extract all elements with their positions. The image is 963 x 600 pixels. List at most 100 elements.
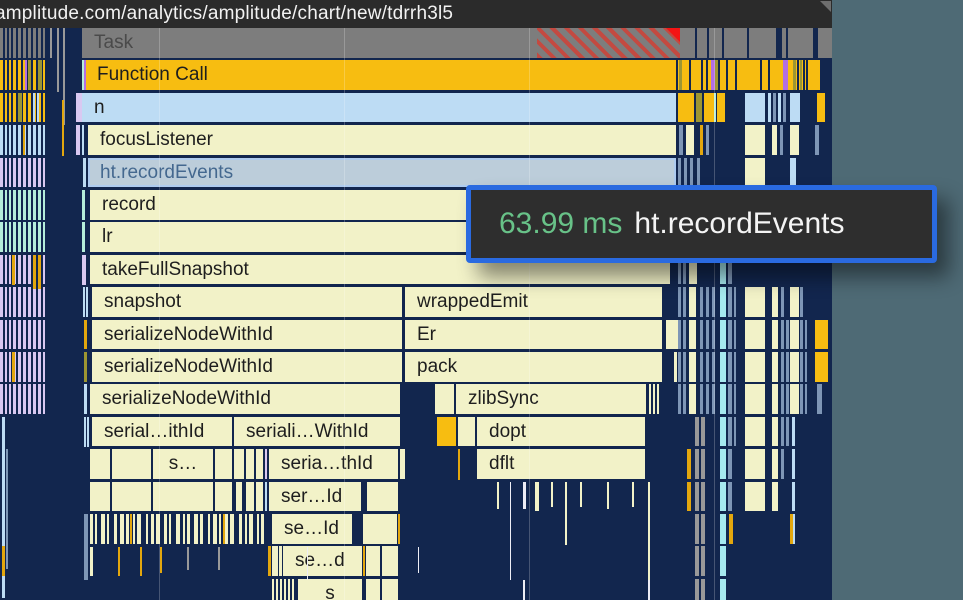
- flame-bar[interactable]: [817, 93, 825, 123]
- flame-bar[interactable]: [745, 125, 765, 155]
- flame-bar-se-d[interactable]: se…d: [283, 546, 362, 576]
- flame-bar[interactable]: [745, 93, 765, 123]
- flame-bar-focuslistener[interactable]: focusListener: [88, 125, 676, 155]
- flame-bar[interactable]: [215, 449, 232, 479]
- flame-bar[interactable]: [678, 158, 681, 188]
- flame-bar[interactable]: [363, 514, 397, 544]
- flame-bar[interactable]: [780, 125, 783, 155]
- flame-bar[interactable]: [790, 93, 800, 123]
- flame-bar[interactable]: [90, 449, 110, 479]
- flame-bar[interactable]: [674, 352, 677, 382]
- flame-bar-seriali-withid[interactable]: seriali…WithId: [234, 417, 400, 447]
- flame-bar[interactable]: [778, 93, 781, 123]
- flame-bar[interactable]: [366, 546, 380, 576]
- flame-bar-serializenodewithid[interactable]: serializeNodeWithId: [92, 320, 402, 350]
- flame-bar[interactable]: [815, 125, 819, 155]
- flame-bar[interactable]: [435, 384, 454, 414]
- flame-bar[interactable]: [265, 449, 267, 479]
- flame-bar[interactable]: [772, 125, 777, 155]
- dense-column: [772, 320, 778, 350]
- minimap-line: [41, 255, 43, 285]
- flame-bar[interactable]: [256, 449, 263, 479]
- flame-bar[interactable]: [686, 125, 694, 155]
- flame-bar-function-call[interactable]: Function Call: [85, 60, 676, 90]
- dense-column: [781, 449, 784, 479]
- flame-bar[interactable]: [678, 93, 694, 123]
- minimap-line: [26, 320, 28, 350]
- stripe: [535, 482, 539, 511]
- url-bar[interactable]: amplitude.com/analytics/amplitude/chart/…: [0, 0, 832, 28]
- flame-bar[interactable]: [256, 482, 263, 512]
- flame-bar[interactable]: [236, 482, 242, 512]
- flame-bar[interactable]: [215, 482, 232, 512]
- flame-bar-serializenodewithid[interactable]: serializeNodeWithId: [92, 352, 402, 382]
- dense-column: [792, 482, 795, 512]
- flame-bar-serial-ithid[interactable]: serial…ithId: [92, 417, 232, 447]
- flame-bar[interactable]: [783, 93, 786, 123]
- minimap-line: [26, 125, 28, 155]
- flame-bar[interactable]: [768, 93, 771, 123]
- flame-bar[interactable]: [697, 158, 700, 188]
- flame-bar-dflt[interactable]: dflt: [477, 449, 645, 479]
- flame-bar[interactable]: [773, 93, 776, 123]
- fc-olive-stripe: [715, 60, 718, 90]
- flame-bar[interactable]: [246, 482, 254, 512]
- flame-bar[interactable]: [112, 482, 151, 512]
- flame-bar[interactable]: [649, 384, 651, 414]
- flame-bar-dopt[interactable]: dopt: [477, 417, 645, 447]
- flame-bar-task[interactable]: Task: [82, 28, 832, 58]
- flame-bar[interactable]: [696, 93, 702, 123]
- task-line: [707, 28, 709, 58]
- stripe: [50, 28, 52, 58]
- flame-bar-zlibsync[interactable]: zlibSync: [456, 384, 646, 414]
- flame-bar-seria-thid[interactable]: seria…thId: [269, 449, 398, 479]
- flame-bar[interactable]: [690, 158, 693, 188]
- flame-bar[interactable]: [90, 482, 110, 512]
- flame-bar-er[interactable]: Er: [405, 320, 662, 350]
- flame-bar[interactable]: [400, 449, 405, 479]
- flame-bar[interactable]: [153, 482, 213, 512]
- flame-bar-s[interactable]: s: [298, 579, 362, 600]
- flame-bar[interactable]: [367, 482, 398, 512]
- minimap-line: [21, 287, 23, 317]
- flame-bar[interactable]: [112, 449, 151, 479]
- time-gridline: [344, 28, 345, 600]
- flame-bar[interactable]: [684, 158, 687, 188]
- stripe: [84, 417, 86, 447]
- flame-bar-wrappedemit[interactable]: wrappedEmit: [405, 287, 662, 317]
- flame-bar-ht-recordevents[interactable]: ht.recordEvents: [88, 158, 676, 188]
- flame-bar[interactable]: [458, 417, 475, 447]
- flame-bar[interactable]: [382, 579, 398, 600]
- flame-bar[interactable]: [234, 449, 244, 479]
- flame-bar[interactable]: [382, 546, 398, 576]
- dense-column: [728, 352, 732, 382]
- minimap-line: [36, 28, 38, 58]
- flame-bar[interactable]: [666, 320, 678, 350]
- flame-bar-serializenodewithid[interactable]: serializeNodeWithId: [90, 384, 400, 414]
- flame-bar[interactable]: [745, 158, 765, 188]
- flame-bar[interactable]: [706, 125, 709, 155]
- flame-bar-n[interactable]: n: [82, 93, 676, 123]
- flame-bar[interactable]: [265, 482, 267, 512]
- flame-bar[interactable]: [700, 125, 703, 155]
- flame-bar-s-[interactable]: s…: [153, 449, 213, 479]
- flame-bar-pack[interactable]: pack: [405, 352, 662, 382]
- flame-bar[interactable]: [653, 384, 655, 414]
- flame-bar[interactable]: [790, 158, 796, 188]
- stripe: [307, 547, 308, 580]
- flame-bar-ser-id[interactable]: ser…Id: [269, 482, 361, 512]
- flame-bar[interactable]: [366, 579, 380, 600]
- flame-bar[interactable]: [679, 125, 683, 155]
- flame-bar[interactable]: [657, 384, 659, 414]
- stripe: [160, 547, 162, 573]
- flame-bar-se-id[interactable]: se…Id: [272, 514, 352, 544]
- flame-bar[interactable]: [437, 417, 456, 447]
- flame-bar-snapshot[interactable]: snapshot: [92, 287, 402, 317]
- flame-bar[interactable]: [704, 93, 714, 123]
- flame-bar[interactable]: [246, 449, 254, 479]
- flame-bar[interactable]: [790, 125, 799, 155]
- dense-tick: [239, 514, 242, 544]
- dense-column: [790, 384, 799, 414]
- minimap-line: [7, 287, 9, 317]
- flame-bar[interactable]: [717, 93, 725, 123]
